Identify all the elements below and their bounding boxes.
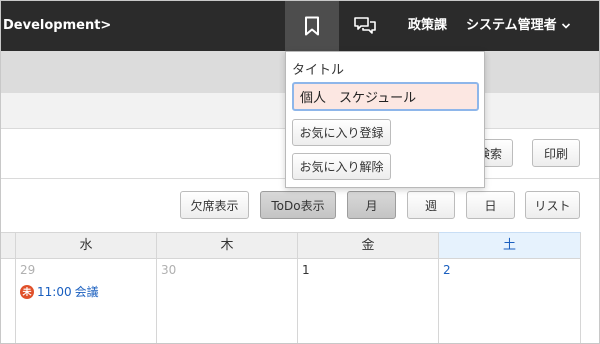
- weekday-header-wed: 水: [16, 232, 157, 259]
- title-input[interactable]: 個人 スケジュール: [292, 82, 479, 111]
- day-view-button[interactable]: 日: [466, 191, 515, 219]
- month-view-button[interactable]: 月: [347, 191, 396, 219]
- add-favorite-button[interactable]: お気に入り登録: [292, 119, 391, 146]
- month-calendar: 水 木 金 土 29 未 11:00 会議 30 1 2: [1, 232, 599, 343]
- unconfirmed-badge: 未: [20, 284, 34, 299]
- weekday-header-fri: 金: [298, 232, 439, 259]
- calendar-day-cell[interactable]: [1, 259, 16, 343]
- print-button[interactable]: 印刷: [532, 139, 580, 167]
- app-frame: Development> 政策課 システム管理者 検索 印刷 欠席表示 ToDo…: [0, 0, 600, 344]
- show-absent-button[interactable]: 欠席表示: [180, 191, 249, 219]
- title-label: タイトル: [292, 63, 345, 78]
- user-name: システム管理者: [466, 18, 557, 33]
- day-number: 29: [20, 263, 36, 277]
- chevron-down-icon: [561, 23, 570, 29]
- bookmark-button[interactable]: [285, 1, 339, 51]
- day-number: 1: [302, 263, 310, 277]
- day-number: 30: [161, 263, 177, 277]
- week-view-button[interactable]: 週: [407, 191, 455, 219]
- calendar-day-cell[interactable]: 1: [298, 259, 439, 343]
- calendar-day-cell[interactable]: 2: [439, 259, 581, 343]
- weekday-header-thu: 木: [157, 232, 298, 259]
- event-title: 会議: [74, 285, 99, 299]
- bookmark-icon: [305, 16, 319, 36]
- chat-bubbles-icon: [354, 17, 376, 34]
- weekday-header-sat: 土: [439, 232, 581, 259]
- calendar-day-cell[interactable]: 30: [157, 259, 298, 343]
- breadcrumb[interactable]: Development>: [3, 1, 111, 51]
- department-link[interactable]: 政策課: [408, 1, 447, 51]
- messages-button[interactable]: [341, 1, 389, 51]
- weekday-header: [1, 232, 16, 259]
- event-time: 11:00: [37, 284, 72, 299]
- remove-favorite-button[interactable]: お気に入り解除: [292, 153, 391, 180]
- show-todo-button[interactable]: ToDo表示: [260, 191, 336, 219]
- bookmark-popup: タイトル 個人 スケジュール お気に入り登録 お気に入り解除: [285, 51, 485, 188]
- user-menu[interactable]: システム管理者: [466, 1, 571, 51]
- day-number: 2: [443, 263, 451, 277]
- list-view-button[interactable]: リスト: [525, 191, 580, 219]
- calendar-day-cell[interactable]: 29 未 11:00 会議: [16, 259, 157, 343]
- top-navigation-bar: Development> 政策課 システム管理者: [1, 1, 599, 51]
- calendar-event[interactable]: 未 11:00 会議: [20, 283, 99, 300]
